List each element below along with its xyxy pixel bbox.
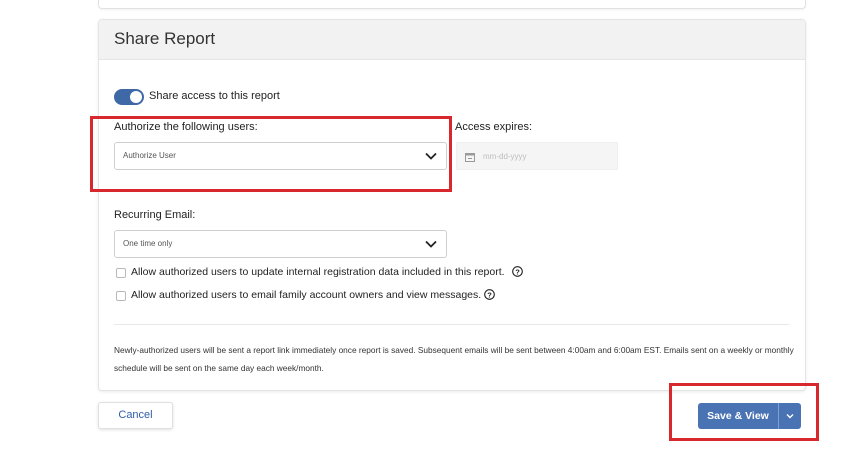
highlight-box-save [669, 383, 819, 441]
toggle-knob [130, 91, 142, 103]
recurring-email-value: One time only [123, 239, 173, 248]
calendar-icon [465, 153, 475, 162]
chevron-down-icon [425, 240, 437, 248]
share-report-card: Share Report Share access to this report… [98, 19, 806, 391]
highlight-box-authorize [90, 116, 452, 192]
cancel-label: Cancel [118, 409, 153, 421]
previous-section-card [98, 0, 806, 9]
email-schedule-note: Newly-authorized users will be sent a re… [114, 345, 794, 373]
email-family-checkbox[interactable] [116, 291, 126, 301]
cancel-button[interactable]: Cancel [98, 402, 173, 429]
recurring-email-label: Recurring Email: [114, 209, 196, 221]
section-divider [114, 324, 789, 325]
svg-text:?: ? [487, 290, 492, 299]
access-expires-date-input[interactable]: mm-dd-yyyy [456, 142, 618, 170]
update-registration-label: Allow authorized users to update interna… [131, 266, 505, 278]
share-access-label: Share access to this report [149, 90, 280, 102]
svg-text:?: ? [515, 267, 520, 276]
help-circle-icon[interactable]: ? [484, 289, 495, 300]
card-title: Share Report [114, 29, 216, 48]
email-family-label: Allow authorized users to email family a… [131, 289, 482, 301]
share-access-toggle[interactable] [114, 89, 144, 105]
recurring-email-select[interactable]: One time only [114, 230, 447, 258]
help-circle-icon[interactable]: ? [512, 266, 523, 277]
access-expires-label: Access expires: [455, 121, 533, 133]
date-placeholder: mm-dd-yyyy [483, 152, 527, 161]
update-registration-checkbox[interactable] [116, 268, 126, 278]
